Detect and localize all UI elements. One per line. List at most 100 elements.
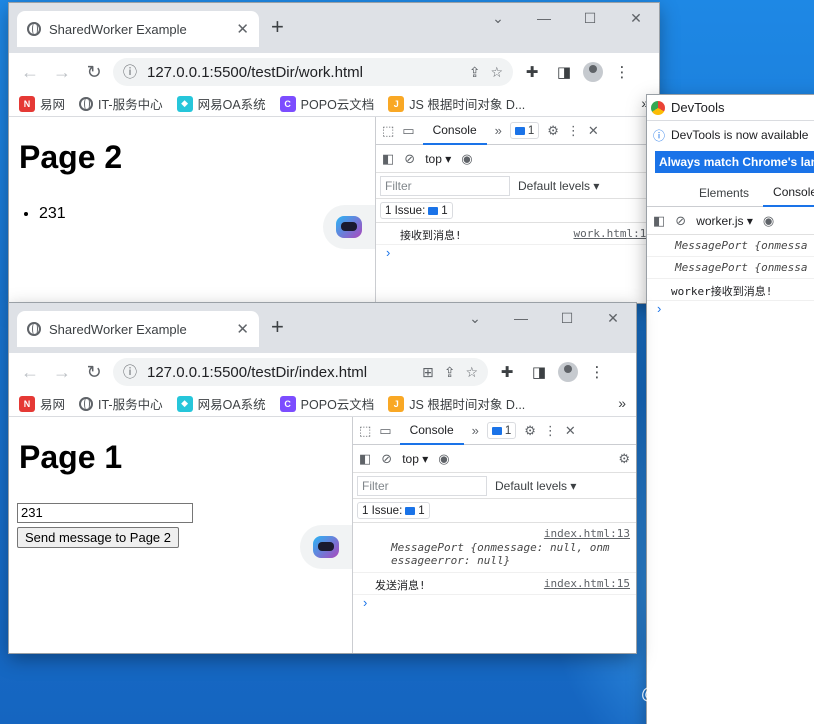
info-icon[interactable]: ⓘ bbox=[123, 62, 137, 82]
chevron-down-icon[interactable]: ⌄ bbox=[475, 3, 521, 33]
more-tabs-icon[interactable]: » bbox=[495, 123, 502, 138]
tab-elements[interactable]: Elements bbox=[653, 186, 749, 200]
assistant-bot-icon[interactable] bbox=[300, 525, 352, 569]
assistant-bot-icon[interactable] bbox=[323, 205, 375, 249]
side-panel-icon[interactable]: ◨ bbox=[551, 59, 577, 85]
tab-console[interactable]: Console bbox=[399, 417, 464, 445]
maximize-button[interactable]: ☐ bbox=[544, 303, 590, 333]
log-source-link[interactable]: work.html:14 bbox=[574, 227, 653, 240]
message-input[interactable]: 231 bbox=[17, 503, 193, 523]
reload-button[interactable]: ↻ bbox=[81, 59, 107, 85]
console-log-row[interactable]: MessagePort {onmessa bbox=[647, 257, 814, 279]
menu-dots-icon[interactable]: ⋮ bbox=[609, 59, 635, 85]
issues-link[interactable]: 1 Issue: 1 bbox=[380, 202, 453, 219]
issues-badge[interactable]: 1 bbox=[509, 122, 540, 139]
info-icon[interactable]: ⓘ bbox=[123, 362, 137, 382]
bookmark-netease[interactable]: N 易网 bbox=[19, 394, 65, 413]
bookmark-js-date[interactable]: J JS 根据时间对象 D... bbox=[388, 94, 525, 113]
eye-icon[interactable]: ◉ bbox=[461, 151, 472, 167]
menu-dots-icon[interactable]: ⋮ bbox=[567, 123, 580, 139]
inspect-icon[interactable]: ⬚ bbox=[382, 123, 394, 139]
device-toggle-icon[interactable]: ▭ bbox=[402, 123, 414, 139]
filter-input[interactable]: Filter bbox=[380, 175, 510, 196]
sidebar-toggle-icon[interactable]: ◧ bbox=[653, 213, 665, 229]
device-toggle-icon[interactable]: ▭ bbox=[379, 423, 391, 439]
clear-console-icon[interactable]: ⊘ bbox=[675, 213, 686, 229]
bookmarks-more-button[interactable]: » bbox=[618, 395, 626, 411]
settings-gear-icon[interactable]: ⚙ bbox=[618, 451, 630, 467]
console-prompt[interactable]: › bbox=[647, 301, 814, 316]
chevron-down-icon[interactable]: ⌄ bbox=[452, 303, 498, 333]
close-window-button[interactable]: ✕ bbox=[613, 3, 659, 33]
address-bar[interactable]: ⓘ 127.0.0.1:5500/testDir/index.html ⊞ ⇪ … bbox=[113, 358, 488, 386]
minimize-button[interactable]: — bbox=[521, 3, 567, 33]
new-tab-button[interactable]: + bbox=[271, 316, 284, 338]
extensions-icon[interactable]: ✚ bbox=[519, 59, 545, 85]
sidebar-toggle-icon[interactable]: ◧ bbox=[382, 151, 394, 167]
console-toolbar: ◧ ⊘ worker.js ▾ ◉ bbox=[647, 207, 814, 235]
clear-console-icon[interactable]: ⊘ bbox=[381, 451, 392, 467]
log-source-link[interactable]: index.html:13 bbox=[544, 527, 630, 540]
bookmark-popo[interactable]: C POPO云文档 bbox=[279, 394, 374, 413]
new-tab-button[interactable]: + bbox=[271, 16, 284, 38]
close-icon[interactable]: ✕ bbox=[236, 320, 249, 338]
bookmark-oa[interactable]: ◆ 网易OA系统 bbox=[176, 94, 266, 113]
eye-icon[interactable]: ◉ bbox=[438, 451, 449, 467]
context-select[interactable]: worker.js ▾ bbox=[696, 214, 753, 228]
issues-badge[interactable]: 1 bbox=[486, 422, 517, 439]
bookmark-netease[interactable]: N 易网 bbox=[19, 94, 65, 113]
settings-gear-icon[interactable]: ⚙ bbox=[547, 123, 559, 139]
minimize-button[interactable]: — bbox=[498, 303, 544, 333]
close-icon[interactable]: ✕ bbox=[588, 123, 599, 139]
settings-gear-icon[interactable]: ⚙ bbox=[524, 423, 536, 439]
back-button[interactable]: ← bbox=[17, 359, 43, 385]
match-language-button[interactable]: Always match Chrome's lang bbox=[655, 151, 814, 173]
extensions-icon[interactable]: ✚ bbox=[494, 359, 520, 385]
console-log-row[interactable]: MessagePort {onmessa bbox=[647, 235, 814, 257]
bookmark-js-date[interactable]: J JS 根据时间对象 D... bbox=[388, 394, 525, 413]
inspect-icon[interactable]: ⬚ bbox=[359, 423, 371, 439]
menu-dots-icon[interactable]: ⋮ bbox=[544, 423, 557, 439]
menu-dots-icon[interactable]: ⋮ bbox=[584, 359, 610, 385]
bookmark-star-icon[interactable]: ☆ bbox=[465, 364, 478, 381]
back-button[interactable]: ← bbox=[17, 59, 43, 85]
console-log-row[interactable]: index.html:13 MessagePort {onmessage: nu… bbox=[353, 523, 636, 573]
more-tabs-icon[interactable]: » bbox=[472, 423, 479, 438]
tab-shared-worker[interactable]: SharedWorker Example ✕ bbox=[17, 11, 259, 47]
side-panel-icon[interactable]: ◨ bbox=[526, 359, 552, 385]
bookmark-popo[interactable]: C POPO云文档 bbox=[279, 94, 374, 113]
issues-link[interactable]: 1 Issue: 1 bbox=[357, 502, 430, 519]
context-select[interactable]: top ▾ bbox=[425, 152, 451, 166]
clear-console-icon[interactable]: ⊘ bbox=[404, 151, 415, 167]
avatar[interactable] bbox=[583, 62, 603, 82]
share-icon[interactable]: ⇪ bbox=[444, 364, 456, 381]
forward-button[interactable]: → bbox=[49, 359, 75, 385]
eye-icon[interactable]: ◉ bbox=[763, 213, 774, 229]
close-window-button[interactable]: ✕ bbox=[590, 303, 636, 333]
close-icon[interactable]: ✕ bbox=[565, 423, 576, 439]
translate-icon[interactable]: ⊞ bbox=[422, 364, 434, 381]
context-select[interactable]: top ▾ bbox=[402, 452, 428, 466]
maximize-button[interactable]: ☐ bbox=[567, 3, 613, 33]
avatar[interactable] bbox=[558, 362, 578, 382]
tab-shared-worker[interactable]: SharedWorker Example ✕ bbox=[17, 311, 259, 347]
console-prompt[interactable]: › bbox=[376, 245, 659, 260]
filter-input[interactable]: Filter bbox=[357, 475, 487, 496]
share-icon[interactable]: ⇪ bbox=[469, 64, 481, 81]
address-bar[interactable]: ⓘ 127.0.0.1:5500/testDir/work.html ⇪ ☆ bbox=[113, 58, 513, 86]
console-prompt[interactable]: › bbox=[353, 595, 636, 610]
log-levels-select[interactable]: Default levels ▾ bbox=[518, 179, 599, 193]
reload-button[interactable]: ↻ bbox=[81, 359, 107, 385]
close-icon[interactable]: ✕ bbox=[236, 20, 249, 38]
tab-console[interactable]: Console bbox=[763, 179, 814, 207]
sidebar-toggle-icon[interactable]: ◧ bbox=[359, 451, 371, 467]
forward-button[interactable]: → bbox=[49, 59, 75, 85]
bookmark-star-icon[interactable]: ☆ bbox=[490, 64, 503, 81]
log-levels-select[interactable]: Default levels ▾ bbox=[495, 479, 576, 493]
send-message-button[interactable]: Send message to Page 2 bbox=[17, 527, 179, 548]
bookmark-it-service[interactable]: IT-服务中心 bbox=[79, 94, 163, 113]
bookmark-it-service[interactable]: IT-服务中心 bbox=[79, 394, 163, 413]
tab-console[interactable]: Console bbox=[422, 117, 487, 145]
log-source-link[interactable]: index.html:15 bbox=[544, 577, 630, 590]
bookmark-oa[interactable]: ◆ 网易OA系统 bbox=[176, 394, 266, 413]
